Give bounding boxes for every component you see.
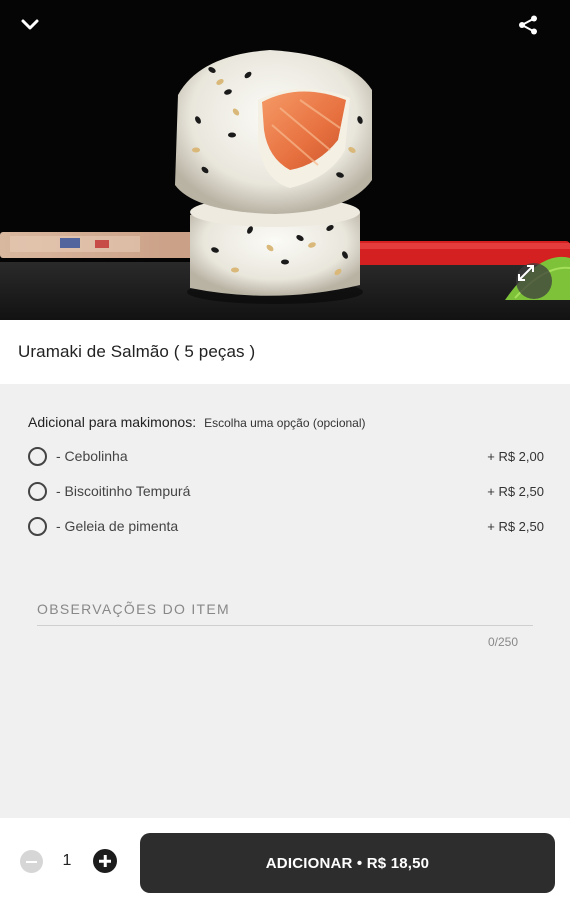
- observations-underline: [37, 625, 533, 626]
- sushi-photo: [0, 0, 570, 320]
- product-title-bar: Uramaki de Salmão ( 5 peças ): [0, 320, 570, 384]
- quantity-value: 1: [62, 852, 72, 869]
- addon-option-geleia-de-pimenta[interactable]: - Geleia de pimenta + R$ 2,50: [28, 514, 544, 538]
- add-to-cart-button[interactable]: ADICIONAR • R$ 18,50: [140, 833, 555, 893]
- observations-input[interactable]: [37, 596, 537, 628]
- addon-group-header: Adicional para makimonos: Escolha uma op…: [28, 414, 366, 430]
- addon-group-title: Adicional para makimonos:: [28, 414, 197, 430]
- addon-option-price: + R$ 2,50: [487, 483, 544, 499]
- add-to-cart-label: ADICIONAR • R$ 18,50: [265, 854, 430, 872]
- share-button[interactable]: [517, 14, 551, 48]
- expand-image-button[interactable]: [516, 263, 552, 299]
- observations-char-counter: 0/250: [488, 635, 519, 649]
- addon-group-hint: Escolha uma opção (opcional): [204, 416, 366, 430]
- radio-button[interactable]: [28, 481, 47, 501]
- share-icon: [519, 15, 537, 35]
- radio-button[interactable]: [28, 446, 47, 466]
- increase-quantity-button[interactable]: [93, 849, 117, 873]
- back-button[interactable]: [19, 14, 53, 48]
- addon-option-label: - Cebolinha: [56, 448, 128, 464]
- addon-option-price: + R$ 2,50: [487, 518, 544, 534]
- chevron-down-icon: [21, 19, 39, 30]
- addon-option-cebolinha[interactable]: - Cebolinha + R$ 2,00: [28, 444, 544, 468]
- addon-option-price: + R$ 2,00: [487, 448, 544, 464]
- product-title: Uramaki de Salmão ( 5 peças ): [18, 342, 256, 361]
- addon-option-label: - Biscoitinho Tempurá: [56, 483, 191, 499]
- addon-option-label: - Geleia de pimenta: [56, 518, 179, 534]
- product-image: [0, 0, 570, 320]
- expand-icon: [518, 265, 534, 281]
- addon-option-biscoitinho-tempura[interactable]: - Biscoitinho Tempurá + R$ 2,50: [28, 479, 544, 503]
- radio-button[interactable]: [28, 516, 47, 536]
- bottom-action-bar: 1 ADICIONAR • R$ 18,50: [0, 818, 570, 900]
- decrease-quantity-button[interactable]: [20, 850, 43, 873]
